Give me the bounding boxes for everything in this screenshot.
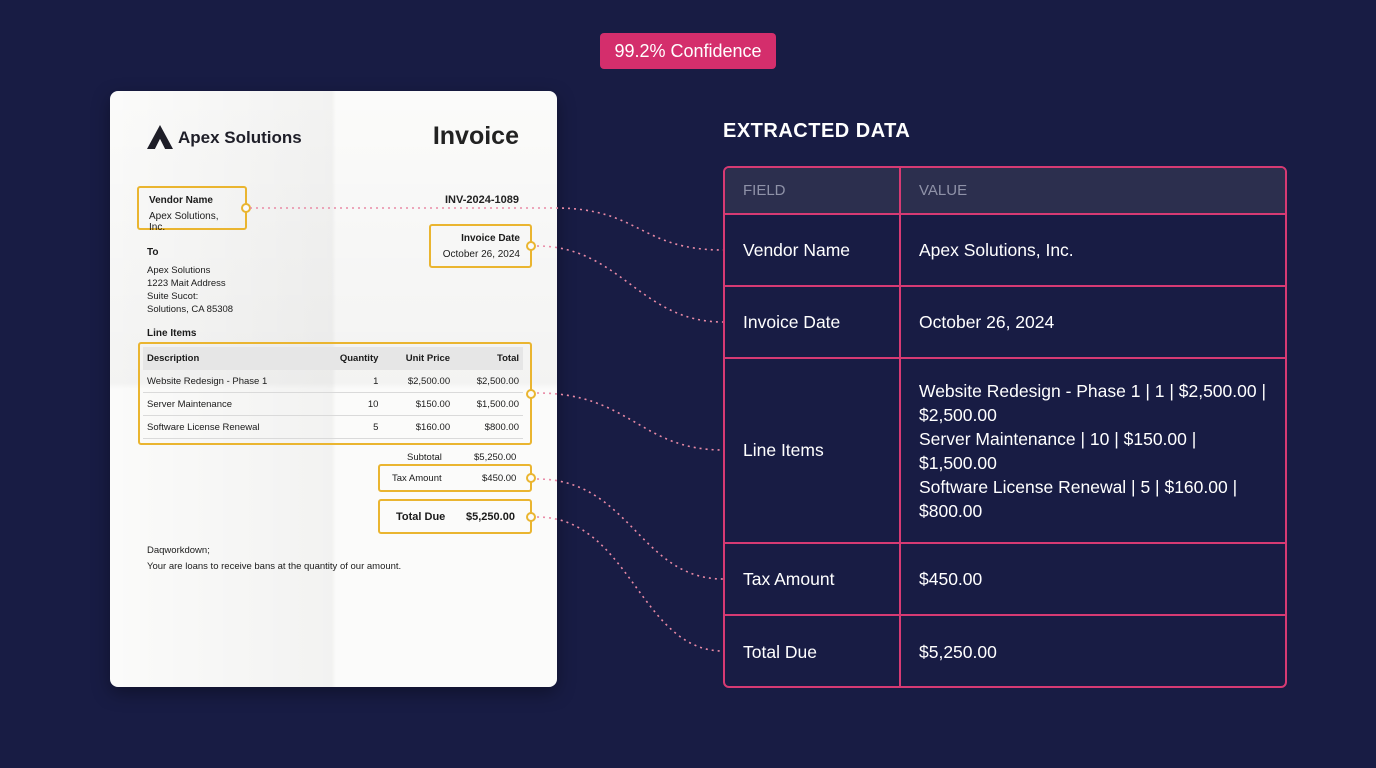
field-cell: Line Items — [725, 359, 901, 542]
field-column-header: FIELD — [725, 168, 901, 213]
extracted-data-table: FIELD VALUE Vendor Name Apex Solutions, … — [723, 166, 1287, 688]
field-cell: Tax Amount — [725, 544, 901, 614]
line-item-value: Website Redesign - Phase 1 | 1 | $2,500.… — [919, 380, 1267, 425]
field-cell: Total Due — [725, 616, 901, 686]
value-column-header: VALUE — [919, 181, 968, 199]
value-cell: Apex Solutions, Inc. — [919, 240, 1074, 260]
extracted-row-line-items: Line Items Website Redesign - Phase 1 | … — [725, 359, 1285, 544]
extracted-header-row: FIELD VALUE — [725, 168, 1285, 215]
extracted-row-date: Invoice Date October 26, 2024 — [725, 287, 1285, 359]
value-cell: $450.00 — [919, 569, 983, 589]
connector-line-items — [536, 392, 724, 451]
extracted-row-tax: Tax Amount $450.00 — [725, 544, 1285, 616]
field-cell: Vendor Name — [725, 215, 901, 285]
extracted-row-vendor: Vendor Name Apex Solutions, Inc. — [725, 215, 1285, 287]
line-item-value: Software License Renewal | 5 | $160.00 |… — [919, 476, 1238, 521]
connector-vendor — [250, 207, 724, 251]
connector-tax — [536, 478, 724, 580]
connector-total — [536, 516, 724, 652]
connector-date — [536, 245, 724, 323]
value-cell: October 26, 2024 — [919, 312, 1055, 332]
line-item-value: Server Maintenance | 10 | $150.00 | $1,5… — [919, 428, 1197, 473]
value-cell: $5,250.00 — [919, 642, 997, 662]
extracted-row-total: Total Due $5,250.00 — [725, 616, 1285, 686]
field-cell: Invoice Date — [725, 287, 901, 357]
value-cell: Website Redesign - Phase 1 | 1 | $2,500.… — [901, 359, 1285, 542]
extracted-data-title: EXTRACTED DATA — [723, 120, 911, 142]
